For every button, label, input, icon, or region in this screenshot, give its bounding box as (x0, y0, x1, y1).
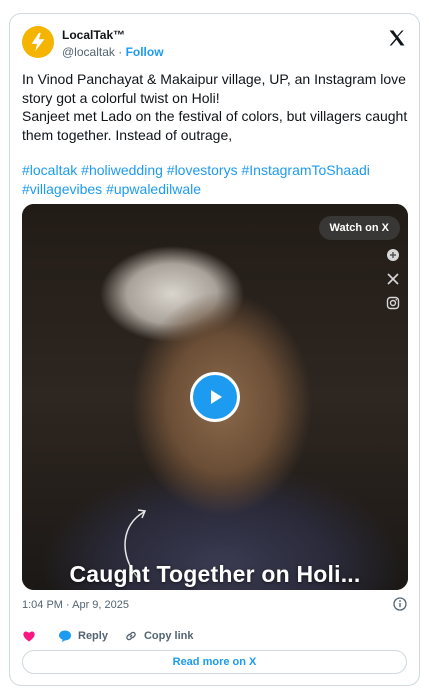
lightning-logo-icon (31, 32, 45, 52)
follow-link[interactable]: Follow (126, 45, 164, 59)
video-side-icons (386, 248, 400, 310)
hashtag-link[interactable]: #lovestorys (167, 162, 238, 178)
watch-on-x-button[interactable]: Watch on X (318, 216, 400, 240)
link-icon (126, 631, 136, 641)
like-button[interactable] (22, 629, 36, 643)
action-bar: Reply Copy link (22, 625, 193, 647)
play-button[interactable] (190, 372, 240, 422)
post-header: LocalTak™ @localtak · Follow (22, 26, 407, 60)
x-share-icon (387, 273, 399, 285)
post-text: In Vinod Panchayat & Makaipur village, U… (22, 71, 408, 143)
post-timestamp[interactable]: 1:04 PM · Apr 9, 2025 (22, 599, 129, 611)
hashtag-link[interactable]: #villagevibes (22, 181, 102, 197)
hashtag-link[interactable]: #InstagramToShaadi (241, 162, 369, 178)
author-name[interactable]: LocalTak™ (62, 28, 125, 42)
copy-link-button[interactable]: Copy link (124, 629, 194, 643)
reply-button[interactable]: Reply (58, 629, 108, 643)
play-icon (211, 390, 222, 404)
avatar[interactable] (22, 26, 54, 58)
video-caption: Caught Together on Holi... (69, 561, 361, 587)
author-handle[interactable]: @localtak (62, 45, 115, 59)
copy-link-label: Copy link (143, 630, 194, 642)
info-icon[interactable] (393, 597, 407, 611)
author-handle-line: @localtak · Follow (62, 45, 164, 59)
hashtag-list: #localtak #holiwedding #lovestorys #Inst… (22, 161, 412, 198)
instagram-icon (386, 296, 400, 310)
hashtag-link[interactable]: #holiwedding (81, 162, 163, 178)
reply-bubble-icon (59, 630, 71, 642)
x-logo-icon[interactable] (387, 28, 407, 48)
heart-icon (23, 631, 35, 642)
reply-label: Reply (78, 630, 108, 642)
separator-dot: · (118, 45, 123, 59)
hashtag-link[interactable]: #upwaledilwale (106, 181, 201, 197)
read-more-button[interactable]: Read more on X (22, 650, 407, 674)
hashtag-link[interactable]: #localtak (22, 162, 77, 178)
embedded-post-card: LocalTak™ @localtak · Follow In Vinod Pa… (9, 13, 420, 686)
video-player[interactable]: Watch on X Caught Together on Holi... (22, 204, 408, 590)
channel-logo-icon (387, 249, 399, 261)
